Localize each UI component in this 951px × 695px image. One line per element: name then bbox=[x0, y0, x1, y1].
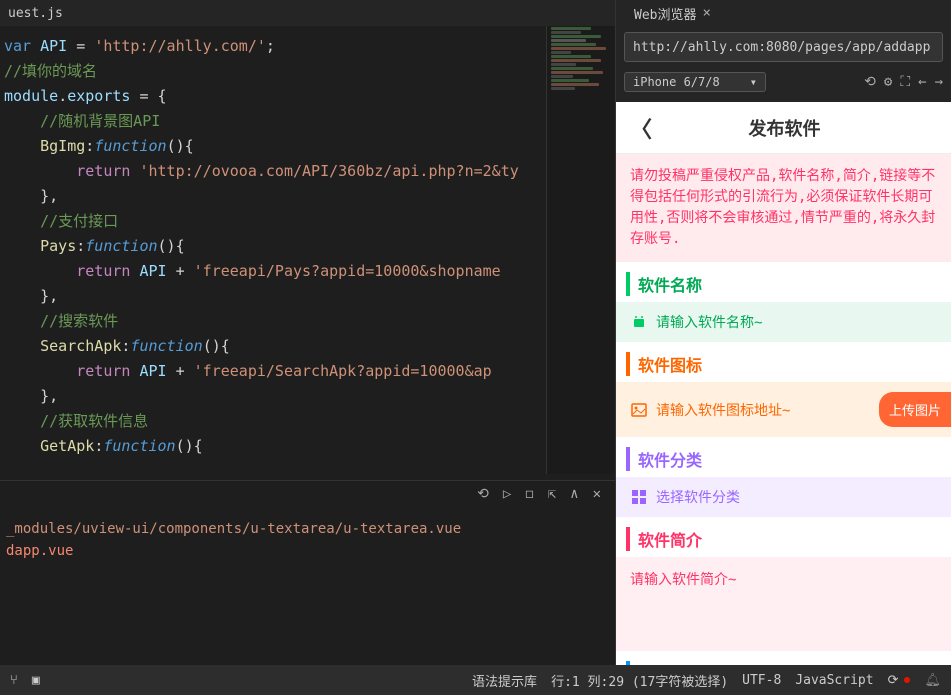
syntax-hint-button[interactable]: 语法提示库 bbox=[472, 671, 537, 690]
comment: //随机背景图API bbox=[40, 112, 160, 130]
language-mode[interactable]: JavaScript bbox=[795, 673, 873, 688]
android-icon bbox=[630, 313, 648, 331]
page-title: 发布软件 bbox=[652, 115, 937, 141]
mobile-viewport[interactable]: 〈 发布软件 请勿投稿严重侵权产品,软件名称,简介,链接等不得包括任何形式的引流… bbox=[616, 102, 951, 665]
upload-image-button[interactable]: 上传图片 bbox=[879, 392, 951, 427]
debug-toolbar: ⟲ ▷ ◻ ⇱ ∧ ✕ bbox=[0, 480, 615, 506]
close-icon[interactable]: × bbox=[702, 5, 710, 21]
name-input[interactable]: 请输入软件名称~ bbox=[656, 312, 937, 332]
preview-tab-label: Web浏览器 bbox=[634, 4, 696, 23]
warning-message: 请勿投稿严重侵权产品,软件名称,简介,链接等不得包括任何形式的引流行为,必须保证… bbox=[616, 154, 951, 262]
gear-icon[interactable]: ⚙ bbox=[884, 74, 892, 90]
status-bar: ⑂ ▣ 语法提示库 行:1 列:29 (17字符被选择) UTF-8 JavaS… bbox=[0, 665, 951, 695]
description-textarea[interactable]: 请输入软件简介~ bbox=[616, 557, 951, 601]
url-text: http://ahlly.com:8080/pages/app/addapp bbox=[633, 40, 930, 55]
screenshot-icon[interactable]: ⛶ bbox=[900, 74, 910, 90]
debug-continue-icon[interactable]: ▷ bbox=[503, 486, 511, 502]
code-editor[interactable]: var API = 'http://ahlly.com/'; //填你的域名 m… bbox=[0, 26, 615, 474]
device-name: iPhone 6/7/8 bbox=[633, 75, 720, 89]
section-title-icon: 软件图标 bbox=[626, 352, 941, 376]
debug-restart-icon[interactable]: ⟲ bbox=[477, 486, 489, 502]
collapse-up-icon[interactable]: ∧ bbox=[570, 486, 578, 502]
comment: //搜索软件 bbox=[40, 312, 118, 330]
web-preview-pane: Web浏览器 × http://ahlly.com:8080/pages/app… bbox=[615, 0, 951, 665]
close-icon[interactable]: ✕ bbox=[593, 486, 601, 502]
device-selector[interactable]: iPhone 6/7/8 ▾ bbox=[624, 72, 766, 92]
grid-icon bbox=[630, 488, 648, 506]
preview-tab[interactable]: Web浏览器 × bbox=[624, 2, 721, 25]
console-line: dapp.vue bbox=[6, 540, 609, 562]
cursor-position[interactable]: 行:1 列:29 (17字符被选择) bbox=[551, 671, 728, 690]
comment: //获取软件信息 bbox=[40, 412, 148, 430]
kw-var: var bbox=[4, 37, 31, 55]
url-input[interactable]: http://ahlly.com:8080/pages/app/addapp bbox=[624, 32, 943, 62]
section-title-category: 软件分类 bbox=[626, 447, 941, 471]
terminal-icon[interactable]: ▣ bbox=[32, 673, 40, 688]
debug-export-icon[interactable]: ⇱ bbox=[548, 486, 556, 502]
console-line: _modules/uview-ui/components/u-textarea/… bbox=[6, 518, 609, 540]
branch-icon[interactable]: ⑂ bbox=[10, 673, 18, 688]
file-tab[interactable]: uest.js bbox=[8, 6, 63, 21]
icon-url-input[interactable]: 请输入软件图标地址~ bbox=[656, 400, 879, 420]
chevron-down-icon: ▾ bbox=[750, 75, 757, 89]
section-title-desc: 软件简介 bbox=[626, 527, 941, 551]
console-output[interactable]: _modules/uview-ui/components/u-textarea/… bbox=[0, 506, 615, 665]
section-title-name: 软件名称 bbox=[626, 272, 941, 296]
nav-forward-icon[interactable]: → bbox=[935, 74, 943, 90]
category-select[interactable]: 选择软件分类 bbox=[656, 487, 937, 507]
comment: //填你的域名 bbox=[4, 62, 97, 80]
comment: //支付接口 bbox=[40, 212, 118, 230]
debug-stop-icon[interactable]: ◻ bbox=[525, 486, 533, 502]
encoding-selector[interactable]: UTF-8 bbox=[742, 673, 781, 688]
back-arrow-icon[interactable]: 〈 bbox=[630, 112, 652, 144]
image-icon bbox=[630, 401, 648, 419]
sync-icon[interactable]: ⟳ bbox=[888, 673, 911, 688]
minimap[interactable] bbox=[546, 26, 614, 474]
bell-icon[interactable]: 🔔︎ bbox=[924, 673, 941, 688]
var-api: API bbox=[40, 37, 67, 55]
rotate-icon[interactable]: ⟲ bbox=[864, 74, 876, 90]
nav-back-icon[interactable]: ← bbox=[918, 74, 926, 90]
